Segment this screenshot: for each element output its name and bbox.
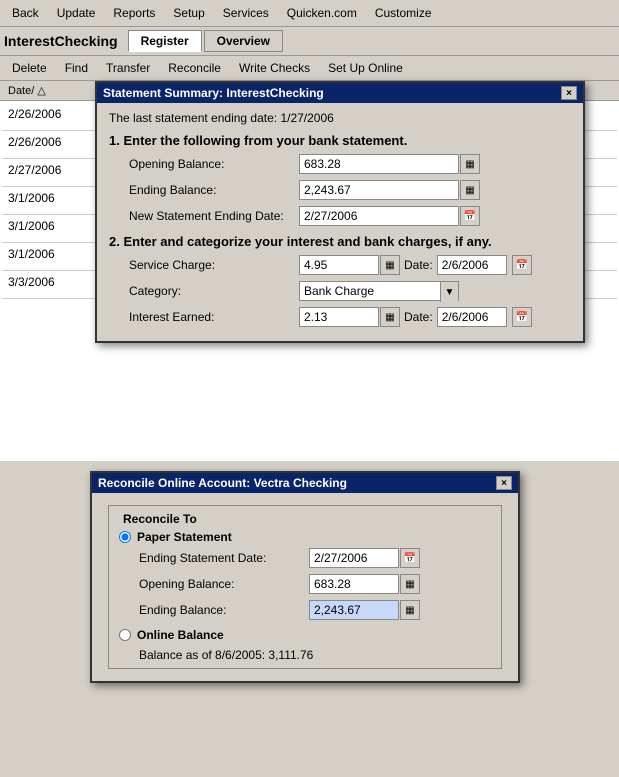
interest-date-calendar-btn[interactable]: 📅: [512, 307, 532, 327]
interest-earned-calc-btn[interactable]: ▦: [380, 307, 400, 327]
submenu-delete[interactable]: Delete: [4, 58, 55, 78]
main-area: Date/ △ 2/26/2006 2/26/2006 2/27/2006 3/…: [0, 81, 619, 461]
service-charge-label: Service Charge:: [129, 258, 299, 272]
interest-earned-row: Interest Earned: ▦ Date: 📅: [129, 307, 571, 327]
service-charge-row: Service Charge: ▦ Date: 📅: [129, 255, 571, 275]
statement-dialog: Statement Summary: InterestChecking × Th…: [95, 81, 585, 343]
service-charge-input[interactable]: [299, 255, 379, 275]
category-label: Category:: [129, 284, 299, 298]
opening-balance-row: Opening Balance: ▦: [129, 154, 571, 174]
statement-dialog-content: The last statement ending date: 1/27/200…: [97, 103, 583, 341]
rec-ending-balance-calc-btn[interactable]: ▦: [400, 600, 420, 620]
rec-opening-balance-row: Opening Balance: ▦: [139, 574, 491, 594]
interest-date-input[interactable]: [437, 307, 507, 327]
menu-setup[interactable]: Setup: [165, 2, 212, 24]
menu-bar: Back Update Reports Setup Services Quick…: [0, 0, 619, 27]
menu-services[interactable]: Services: [215, 2, 277, 24]
ending-balance-calc-btn[interactable]: ▦: [460, 180, 480, 200]
reconcile-close-button[interactable]: ×: [496, 476, 512, 490]
statement-dialog-title: Statement Summary: InterestChecking: [103, 86, 324, 100]
new-ending-date-input[interactable]: [299, 206, 459, 226]
interest-date-row: Date: 📅: [404, 307, 532, 327]
account-bar: InterestChecking Register Overview: [0, 27, 619, 56]
ending-balance-label: Ending Balance:: [129, 183, 299, 197]
reconcile-to-group-title: Reconcile To: [119, 512, 201, 526]
category-select[interactable]: Bank Charge ▼: [299, 281, 459, 301]
new-ending-date-calendar-btn[interactable]: 📅: [460, 206, 480, 226]
last-statement-text: The last statement ending date: 1/27/200…: [109, 111, 571, 125]
category-row: Category: Bank Charge ▼: [129, 281, 571, 301]
paper-statement-radio[interactable]: [119, 531, 131, 543]
sub-menu-bar: Delete Find Transfer Reconcile Write Che…: [0, 56, 619, 81]
opening-balance-input[interactable]: [299, 154, 459, 174]
statement-dialog-titlebar: Statement Summary: InterestChecking ×: [97, 83, 583, 103]
submenu-reconcile[interactable]: Reconcile: [160, 58, 229, 78]
paper-statement-label: Paper Statement: [137, 530, 232, 544]
interest-earned-input[interactable]: [299, 307, 379, 327]
category-dropdown-arrow[interactable]: ▼: [440, 282, 458, 302]
category-value: Bank Charge: [304, 284, 374, 298]
rec-opening-balance-input[interactable]: [309, 574, 399, 594]
opening-balance-label: Opening Balance:: [129, 157, 299, 171]
reconcile-dialog-title: Reconcile Online Account: Vectra Checkin…: [98, 476, 347, 490]
menu-reports[interactable]: Reports: [105, 2, 163, 24]
ending-balance-row: Ending Balance: ▦: [129, 180, 571, 200]
new-ending-date-label: New Statement Ending Date:: [129, 209, 299, 223]
tab-overview[interactable]: Overview: [204, 30, 283, 52]
interest-date-label: Date:: [404, 310, 433, 324]
rec-opening-balance-label: Opening Balance:: [139, 577, 309, 591]
rec-ending-balance-row: Ending Balance: ▦: [139, 600, 491, 620]
menu-back[interactable]: Back: [4, 2, 47, 24]
register-area: Date/ △ 2/26/2006 2/26/2006 2/27/2006 3/…: [0, 81, 619, 461]
section1-header: 1. Enter the following from your bank st…: [109, 133, 571, 148]
statement-close-button[interactable]: ×: [561, 86, 577, 100]
ending-balance-input[interactable]: [299, 180, 459, 200]
opening-balance-calc-btn[interactable]: ▦: [460, 154, 480, 174]
online-balance-radio[interactable]: [119, 629, 131, 641]
reconcile-to-group: Reconcile To Paper Statement Ending Stat…: [108, 505, 502, 669]
reconcile-dialog: Reconcile Online Account: Vectra Checkin…: [90, 471, 520, 683]
rec-ending-balance-label: Ending Balance:: [139, 603, 309, 617]
rec-ending-balance-input[interactable]: [309, 600, 399, 620]
interest-earned-label: Interest Earned:: [129, 310, 299, 324]
submenu-transfer[interactable]: Transfer: [98, 58, 158, 78]
reconcile-dialog-titlebar: Reconcile Online Account: Vectra Checkin…: [92, 473, 518, 493]
balance-as-of-text: Balance as of 8/6/2005: 3,111.76: [139, 648, 491, 662]
online-balance-label: Online Balance: [137, 628, 224, 642]
paper-statement-row: Paper Statement: [119, 530, 491, 544]
service-date-calendar-btn[interactable]: 📅: [512, 255, 532, 275]
service-date-row: Date: 📅: [404, 255, 532, 275]
ending-stmt-date-row: Ending Statement Date: 📅: [139, 548, 491, 568]
ending-stmt-date-label: Ending Statement Date:: [139, 551, 309, 565]
menu-customize[interactable]: Customize: [367, 2, 440, 24]
reconcile-dialog-content: Reconcile To Paper Statement Ending Stat…: [92, 493, 518, 681]
online-balance-row: Online Balance: [119, 628, 491, 642]
service-date-input[interactable]: [437, 255, 507, 275]
menu-update[interactable]: Update: [49, 2, 104, 24]
ending-stmt-date-calendar-btn[interactable]: 📅: [400, 548, 420, 568]
service-charge-calc-btn[interactable]: ▦: [380, 255, 400, 275]
section2-header: 2. Enter and categorize your interest an…: [109, 234, 571, 249]
account-title: InterestChecking: [4, 33, 118, 49]
submenu-find[interactable]: Find: [57, 58, 96, 78]
submenu-write-checks[interactable]: Write Checks: [231, 58, 318, 78]
service-date-label: Date:: [404, 258, 433, 272]
new-ending-date-row: New Statement Ending Date: 📅: [129, 206, 571, 226]
dialog-overlay: Statement Summary: InterestChecking × Th…: [0, 81, 619, 461]
menu-quicken[interactable]: Quicken.com: [279, 2, 365, 24]
ending-stmt-date-input[interactable]: [309, 548, 399, 568]
submenu-setup-online[interactable]: Set Up Online: [320, 58, 411, 78]
rec-opening-balance-calc-btn[interactable]: ▦: [400, 574, 420, 594]
tab-register[interactable]: Register: [128, 30, 202, 52]
